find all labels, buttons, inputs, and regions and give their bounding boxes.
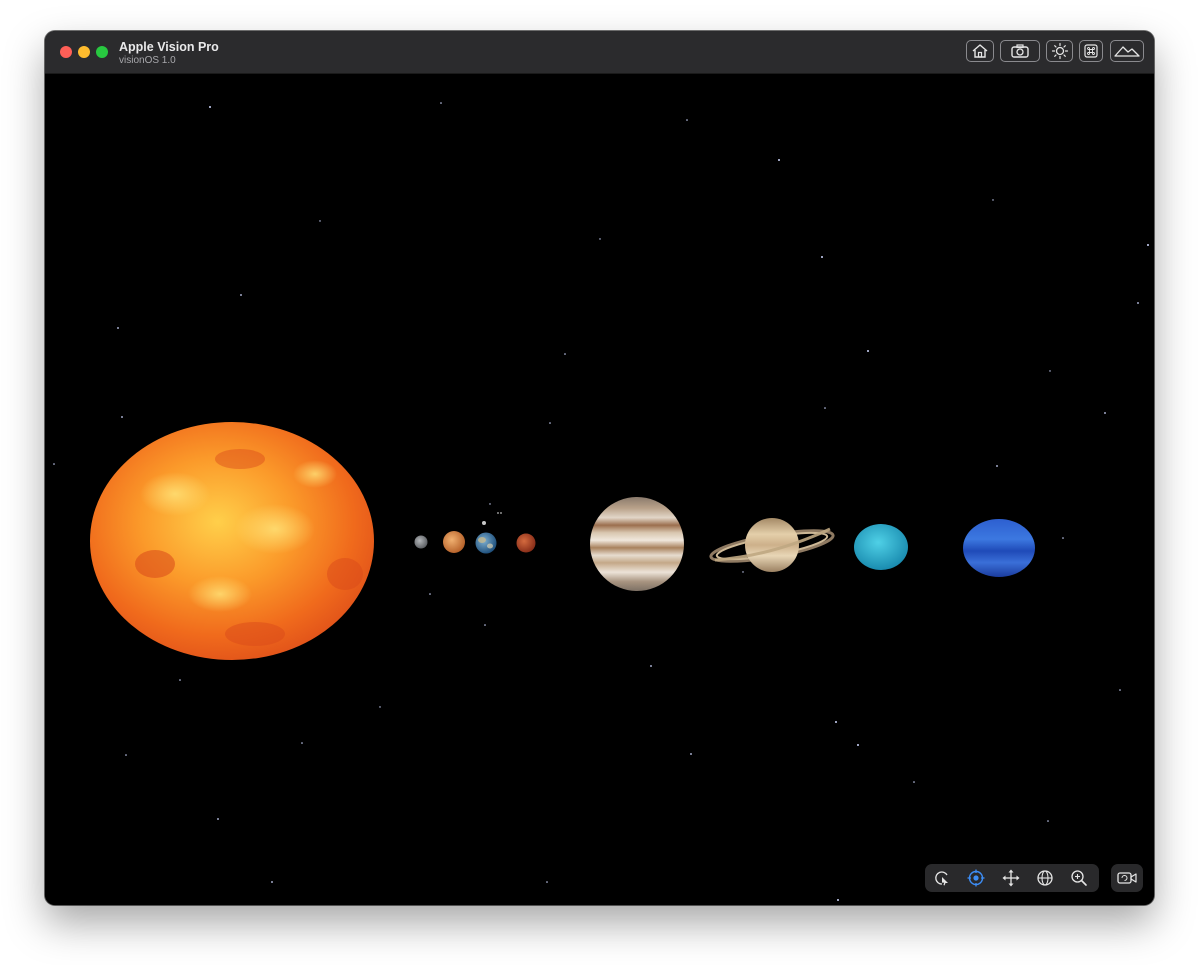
immersive-scene[interactable] [45,74,1154,905]
saturn-planet[interactable] [709,518,835,572]
simulator-window: Apple Vision Pro visionOS 1.0 [45,31,1154,905]
window-title: Apple Vision Pro [119,40,219,54]
earth-planet[interactable] [475,532,497,554]
home-button[interactable] [966,40,994,62]
moon[interactable] [482,521,486,525]
move-arrows-icon [1002,869,1020,887]
home-icon [972,44,988,58]
crosshair-icon [967,869,985,887]
uranus-planet[interactable] [854,524,908,570]
camera-icon [1011,44,1029,58]
simulator-toolbar [925,864,1099,892]
mars-moon-a [497,512,499,514]
environment-button[interactable] [1110,40,1144,62]
venus-planet[interactable] [443,531,465,553]
close-window-button[interactable] [60,46,72,58]
mars-planet[interactable] [516,533,536,553]
sun-icon [1051,42,1068,60]
mountains-icon [1114,46,1140,57]
orbit-icon [1037,870,1053,886]
keyboard-button[interactable] [1079,40,1103,62]
minimize-window-button[interactable] [78,46,90,58]
screenshot-button[interactable] [1000,40,1040,62]
tool-pan[interactable] [999,867,1023,889]
jupiter-planet[interactable] [590,497,684,591]
record-button[interactable] [1111,864,1143,892]
neptune-planet[interactable] [963,519,1035,577]
lighting-button[interactable] [1046,40,1073,62]
tool-zoom[interactable] [1067,867,1091,889]
mars-moon-b [500,512,502,514]
tool-look[interactable] [964,867,988,889]
title-bar: Apple Vision Pro visionOS 1.0 [45,31,1154,74]
window-subtitle: visionOS 1.0 [119,55,176,66]
command-icon [1084,44,1098,58]
mercury-planet[interactable] [414,535,428,549]
zoom-window-button[interactable] [96,46,108,58]
zoom-icon [1071,870,1087,886]
tool-orbit[interactable] [1033,867,1057,889]
sun-planet[interactable] [90,422,374,660]
tool-interact[interactable] [930,867,954,889]
video-camera-icon [1117,872,1137,884]
pointer-icon [935,871,948,886]
